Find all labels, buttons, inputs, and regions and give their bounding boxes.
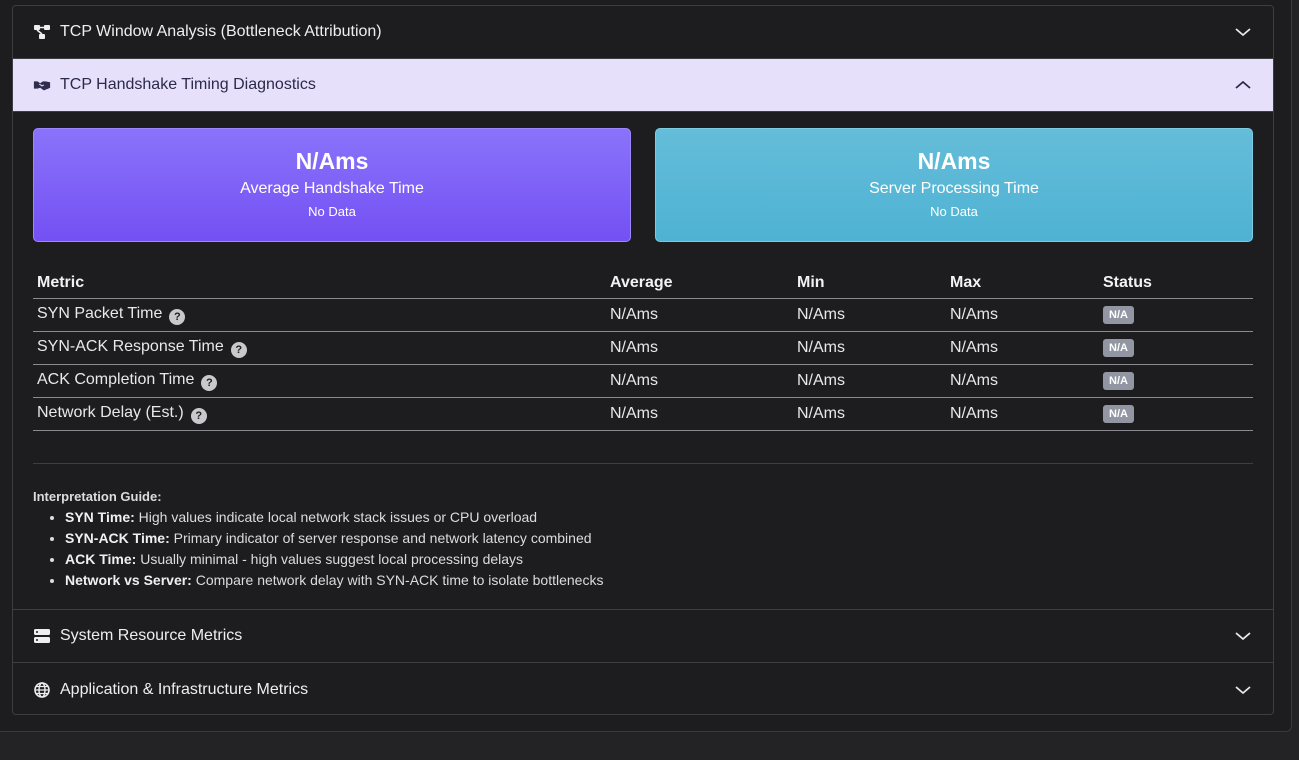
metric-min: N/Ams [793,397,946,431]
guide-text: Primary indicator of server response and… [169,529,592,546]
table-row: ACK Completion Time? N/Ams N/Ams N/Ams N… [33,364,1253,398]
table-header-row: Metric Average Min Max Status [33,264,1253,299]
avg-handshake-value: N/Ams [295,148,369,174]
metric-name: Network Delay (Est.) [37,403,184,421]
list-item: SYN-ACK Time: Primary indicator of serve… [65,528,1253,549]
interpretation-guide: Interpretation Guide: SYN Time: High val… [33,486,1253,591]
guide-term: SYN-ACK Time: [65,529,170,546]
help-icon[interactable]: ? [190,407,207,424]
server-processing-value: N/Ams [917,148,991,174]
col-average: Average [606,264,793,299]
chevron-down-icon[interactable] [1233,22,1253,42]
guide-term: Network vs Server: [65,571,192,588]
col-status: Status [1099,264,1253,299]
application-infrastructure-header[interactable]: Application & Infrastructure Metrics [13,663,1273,714]
tcp-handshake-header[interactable]: TCP Handshake Timing Diagnostics [13,59,1273,112]
network-nodes-icon [33,23,51,41]
summary-cards: N/Ams Average Handshake Time No Data N/A… [33,128,1253,242]
guide-text: Usually minimal - high values suggest lo… [136,550,524,567]
chevron-up-icon[interactable] [1233,75,1253,95]
system-resource-title: System Resource Metrics [60,627,243,644]
table-row: SYN Packet Time? N/Ams N/Ams N/Ams N/A [33,298,1253,332]
server-icon [33,627,51,645]
status-badge: N/A [1103,405,1134,423]
application-infrastructure-title: Application & Infrastructure Metrics [60,680,309,698]
metrics-accordion: TCP Window Analysis (Bottleneck Attribut… [12,5,1274,715]
metric-min: N/Ams [793,331,946,365]
metric-max: N/Ams [946,331,1099,365]
col-max: Max [946,264,1099,299]
metric-average: N/Ams [606,331,793,365]
list-item: ACK Time: Usually minimal - high values … [65,549,1253,570]
metric-name: SYN-ACK Response Time [37,337,224,355]
status-badge: N/A [1103,306,1134,324]
metric-average: N/Ams [606,397,793,431]
status-badge: N/A [1103,339,1134,357]
globe-icon [33,681,51,699]
server-processing-card: N/Ams Server Processing Time No Data [655,128,1253,242]
metric-max: N/Ams [946,364,1099,398]
tcp-handshake-body: N/Ams Average Handshake Time No Data N/A… [13,112,1273,610]
guide-term: ACK Time: [65,550,137,567]
tcp-window-analysis-title: TCP Window Analysis (Bottleneck Attribut… [60,23,382,40]
help-icon[interactable]: ? [230,341,247,358]
help-icon[interactable]: ? [201,374,218,391]
metric-max: N/Ams [946,298,1099,332]
guide-text: Compare network delay with SYN-ACK time … [191,571,604,588]
tcp-handshake-title: TCP Handshake Timing Diagnostics [60,76,316,93]
metric-name: SYN Packet Time [37,304,163,322]
table-row: SYN-ACK Response Time? N/Ams N/Ams N/Ams… [33,331,1253,365]
metric-min: N/Ams [793,298,946,332]
chevron-down-icon[interactable] [1233,680,1253,700]
metric-average: N/Ams [606,364,793,398]
metric-max: N/Ams [946,397,1099,431]
section-divider [33,462,1253,464]
list-item: SYN Time: High values indicate local net… [65,507,1253,528]
col-min: Min [793,264,946,299]
col-metric: Metric [33,264,606,299]
status-badge: N/A [1103,372,1134,390]
table-row: Network Delay (Est.)? N/Ams N/Ams N/Ams … [33,397,1253,431]
guide-list: SYN Time: High values indicate local net… [65,507,1253,591]
chevron-down-icon[interactable] [1233,626,1253,646]
handshake-metrics-table: Metric Average Min Max Status SYN Packet… [33,264,1253,431]
server-processing-label: Server Processing Time [869,180,1039,197]
server-processing-sub: No Data [930,204,978,219]
metric-name: ACK Completion Time [37,370,195,388]
outer-panel: TCP Window Analysis (Bottleneck Attribut… [0,0,1292,732]
system-resource-header[interactable]: System Resource Metrics [13,610,1273,663]
tcp-window-analysis-header[interactable]: TCP Window Analysis (Bottleneck Attribut… [13,6,1273,59]
avg-handshake-sub: No Data [308,204,356,219]
avg-handshake-card: N/Ams Average Handshake Time No Data [33,128,631,242]
help-icon[interactable]: ? [169,308,186,325]
list-item: Network vs Server: Compare network delay… [65,570,1253,591]
avg-handshake-label: Average Handshake Time [240,180,424,197]
metric-min: N/Ams [793,364,946,398]
guide-term: SYN Time: [65,508,135,525]
guide-title: Interpretation Guide: [33,488,162,504]
guide-text: High values indicate local network stack… [134,508,538,525]
metric-average: N/Ams [606,298,793,332]
handshake-icon [33,76,51,94]
